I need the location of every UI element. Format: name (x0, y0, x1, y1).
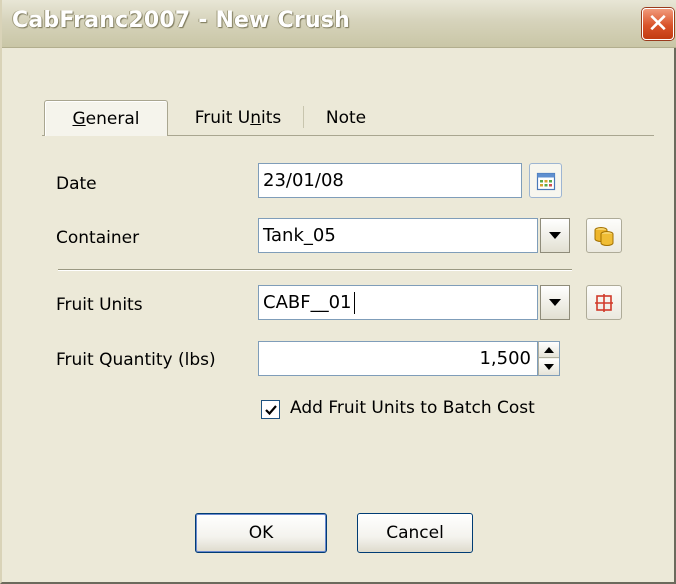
fruit-units-value: CABF__01 (263, 292, 352, 313)
tab-fruit-units[interactable]: Fruit Units (174, 100, 302, 136)
tab-separator (303, 106, 304, 128)
chevron-down-icon (549, 299, 561, 306)
dialog-window: CabFranc2007 - New Crush ✕ General Fruit… (0, 0, 676, 584)
tab-general-label: General (72, 108, 140, 129)
chevron-up-icon (544, 346, 554, 353)
tab-general[interactable]: General (44, 100, 168, 136)
container-lookup-button[interactable] (586, 218, 622, 253)
calendar-button[interactable] (529, 163, 562, 198)
container-field[interactable]: Tank_05 (258, 218, 538, 253)
checkmark-icon (264, 404, 277, 415)
tab-fruit-units-label: Fruit Units (194, 108, 282, 128)
ok-button[interactable]: OK (195, 513, 327, 553)
fruit-units-field[interactable]: CABF__01 (258, 285, 538, 320)
grid-icon (595, 293, 613, 312)
cancel-button[interactable]: Cancel (357, 513, 473, 553)
date-field[interactable]: 23/01/08 (258, 163, 522, 198)
fruit-units-dropdown-button[interactable] (540, 285, 570, 320)
fruit-units-grid-button[interactable] (586, 285, 622, 320)
calendar-icon (536, 172, 555, 190)
close-icon: ✕ (647, 9, 669, 39)
batch-cost-label[interactable]: Add Fruit Units to Batch Cost (290, 398, 535, 418)
date-label: Date (56, 174, 97, 194)
container-barrels-icon (594, 226, 614, 246)
tab-note[interactable]: Note (306, 100, 386, 136)
fruit-quantity-field[interactable]: 1,500 (258, 341, 538, 376)
container-dropdown-button[interactable] (540, 218, 570, 253)
close-button[interactable]: ✕ (642, 8, 674, 40)
title-bar[interactable]: CabFranc2007 - New Crush ✕ (2, 0, 676, 48)
fruit-units-label: Fruit Units (56, 295, 143, 315)
spinner-up-button[interactable] (539, 342, 559, 358)
tab-note-label: Note (325, 108, 367, 128)
text-caret (353, 291, 355, 314)
chevron-down-icon (544, 364, 554, 370)
spinner-down-button[interactable] (539, 359, 559, 375)
chevron-down-icon (549, 232, 561, 239)
batch-cost-checkbox[interactable] (261, 400, 280, 419)
quantity-spinner[interactable] (538, 341, 560, 376)
window-title: CabFranc2007 - New Crush (12, 8, 350, 33)
section-divider (58, 269, 572, 271)
container-label: Container (56, 228, 140, 248)
fruit-quantity-label: Fruit Quantity (lbs) (56, 350, 216, 370)
